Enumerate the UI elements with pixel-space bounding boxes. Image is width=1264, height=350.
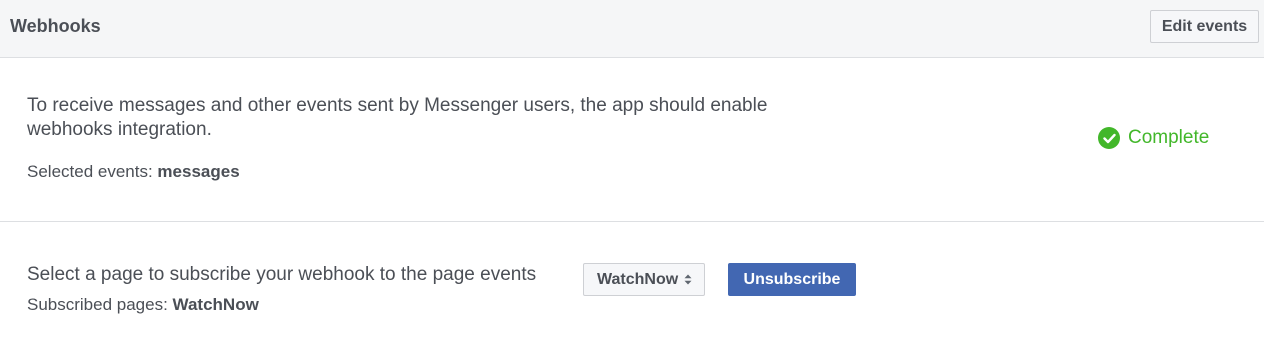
subscribed-pages-label: Subscribed pages: <box>27 295 173 314</box>
page-select[interactable]: WatchNow <box>583 263 705 296</box>
check-circle-icon <box>1098 127 1120 149</box>
unsubscribe-button[interactable]: Unsubscribe <box>728 263 856 296</box>
subscribed-pages-value: WatchNow <box>172 295 259 314</box>
page-title: Webhooks <box>10 16 101 36</box>
page-subscription-section: Select a page to subscribe your webhook … <box>0 222 1264 350</box>
sort-arrows-icon <box>684 274 692 285</box>
page-select-value: WatchNow <box>597 270 679 288</box>
webhooks-header: Webhooks Edit events <box>0 0 1264 58</box>
selected-events-value: messages <box>157 162 240 181</box>
selected-events-label: Selected events: <box>27 162 158 181</box>
edit-events-button[interactable]: Edit events <box>1150 10 1259 43</box>
subscribed-pages: Subscribed pages: WatchNow <box>27 295 259 315</box>
subscribe-instruction: Select a page to subscribe your webhook … <box>27 264 537 285</box>
status-text: Complete <box>1128 127 1210 148</box>
status-badge: Complete <box>1098 127 1209 149</box>
selected-events: Selected events: messages <box>27 162 240 182</box>
webhook-setup-section: To receive messages and other events sen… <box>0 58 1264 222</box>
webhook-description: To receive messages and other events sen… <box>27 95 768 140</box>
